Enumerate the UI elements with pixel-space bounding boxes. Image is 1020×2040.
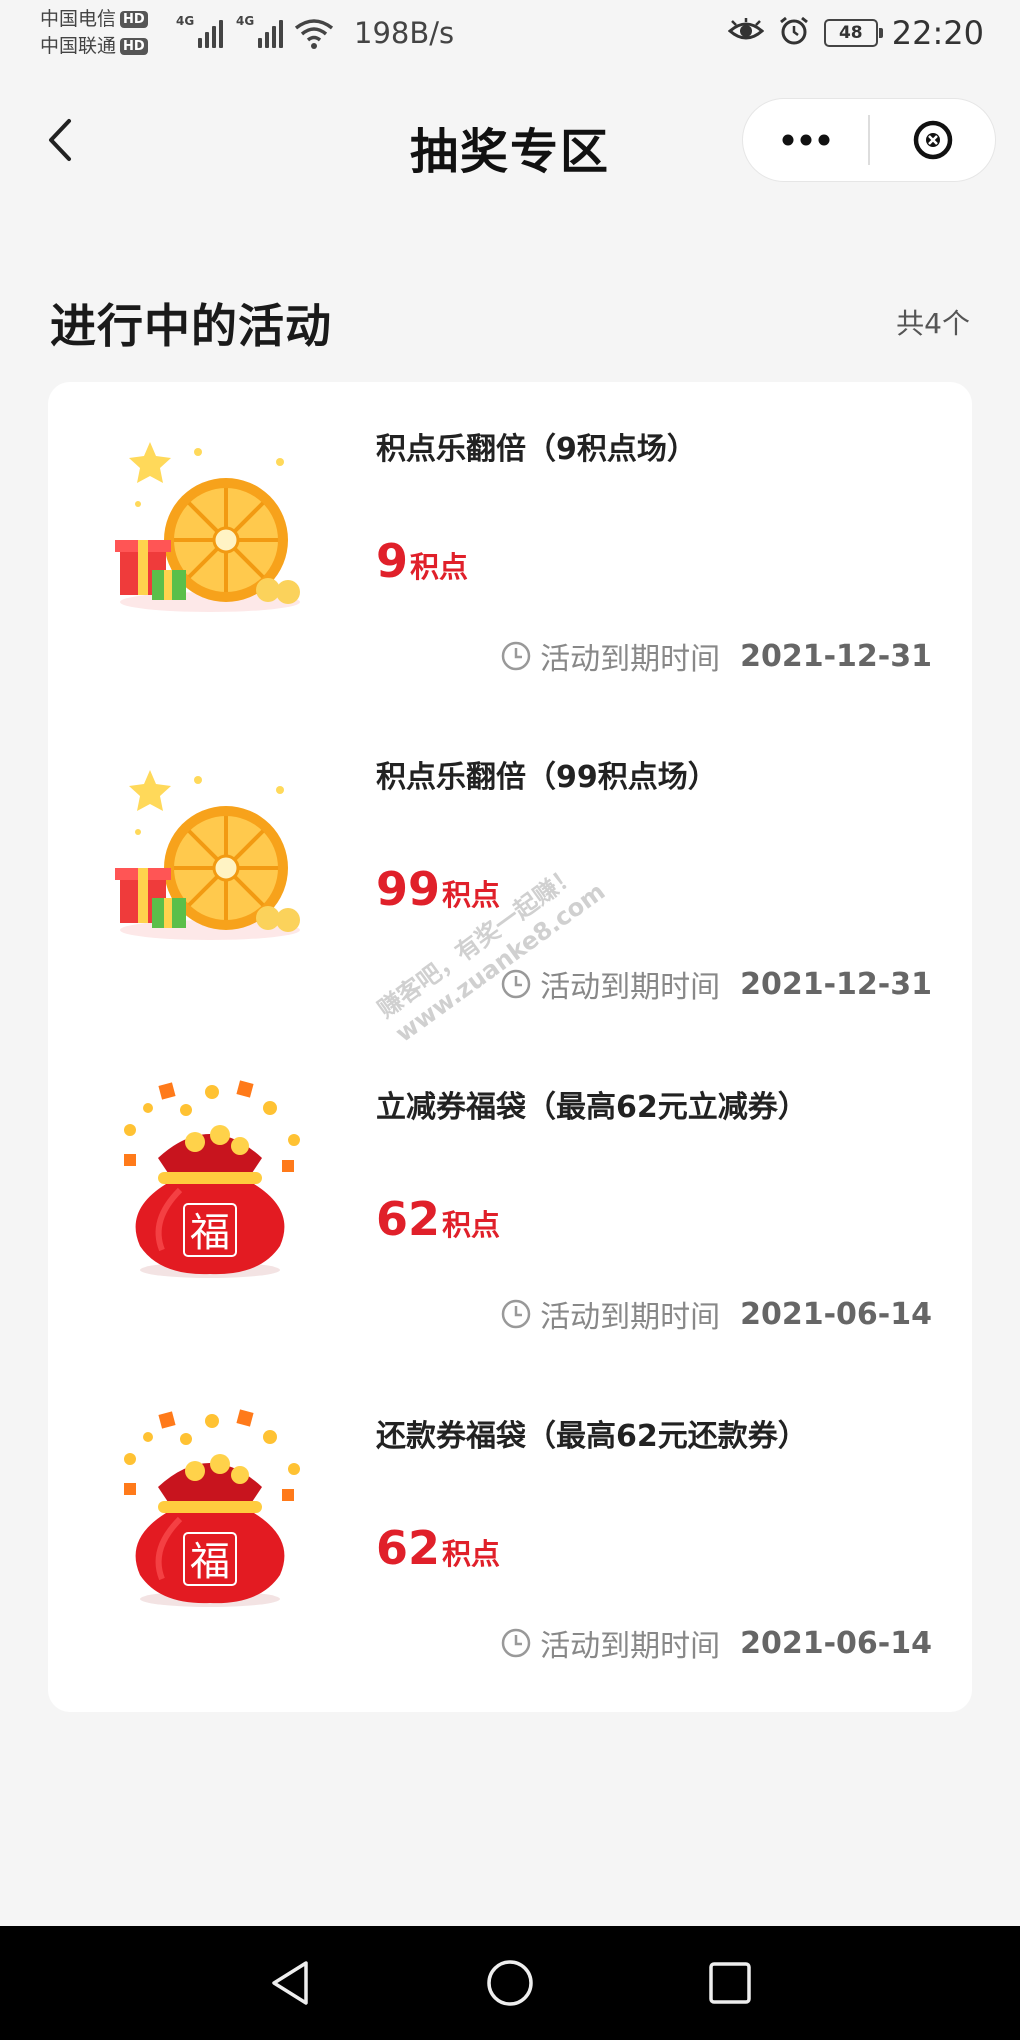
svg-text:福: 福	[190, 1210, 230, 1256]
expiry-info: 活动到期时间 2021-12-31	[500, 962, 932, 1006]
points-price: 9 积点	[376, 534, 469, 588]
clock-icon	[501, 641, 531, 671]
activity-name: 积点乐翻倍（99积点场）	[376, 760, 718, 795]
close-button[interactable]	[870, 99, 995, 181]
expiry-date: 2021-06-14	[740, 1296, 932, 1332]
clock-icon	[501, 1628, 531, 1658]
activity-item[interactable]: 积点乐翻倍（99积点场） 99 积点 活动到期时间 2021-12-31	[48, 710, 972, 1030]
expiry-info: 活动到期时间 2021-06-14	[500, 1292, 932, 1336]
carrier-info: 中国电信 HD 中国联通 HD	[40, 6, 148, 60]
nav-back-button[interactable]	[260, 1953, 320, 2013]
more-button[interactable]	[743, 99, 868, 181]
clock: 22:20	[891, 14, 984, 52]
hd-badge: HD	[120, 38, 148, 55]
clock-icon	[501, 1299, 531, 1329]
expiry-date: 2021-12-31	[740, 638, 932, 674]
expiry-label: 活动到期时间	[540, 642, 721, 677]
expiry-label: 活动到期时间	[540, 970, 721, 1005]
section-title: 进行中的活动	[50, 299, 332, 353]
expiry-date: 2021-12-31	[740, 966, 932, 1002]
carrier-1: 中国电信	[40, 8, 117, 30]
circle-home-icon	[487, 1960, 533, 2006]
battery-icon: 48	[823, 19, 883, 47]
status-bar: 中国电信 HD 中国联通 HD 4G 4G 198B/s 48 22:20	[0, 0, 1020, 70]
signal-icon: 4G	[236, 14, 284, 48]
points-price: 62 积点	[376, 1192, 501, 1246]
points-price: 62 积点	[376, 1521, 501, 1575]
net-speed: 198B/s	[354, 16, 455, 50]
lucky-bag-icon: 福	[100, 1080, 320, 1280]
activity-name: 立减券福袋（最高62元立减券）	[376, 1090, 808, 1125]
triangle-back-icon	[272, 1961, 308, 2005]
carrier-2: 中国联通	[40, 35, 117, 57]
alarm-icon	[778, 15, 810, 51]
square-recents-icon	[709, 1962, 751, 2004]
prize-wheel-icon	[100, 422, 320, 622]
wifi-icon	[294, 18, 334, 54]
activity-item[interactable]: 福 立减券福袋（最高62元立减券） 62 积点 活动到期时间 2021-06-14	[48, 1040, 972, 1360]
nav-home-button[interactable]	[480, 1953, 540, 2013]
nav-recents-button[interactable]	[700, 1953, 760, 2013]
more-dots-icon	[782, 134, 829, 146]
expiry-label: 活动到期时间	[540, 1629, 721, 1664]
prize-wheel-icon	[100, 750, 320, 950]
close-circle-icon	[913, 120, 952, 160]
points-price: 99 积点	[376, 862, 501, 916]
expiry-info: 活动到期时间 2021-12-31	[500, 634, 932, 678]
clock-icon	[501, 969, 531, 999]
hd-badge: HD	[120, 11, 148, 28]
expiry-label: 活动到期时间	[540, 1300, 721, 1335]
nav-bar: 抽奖专区	[0, 70, 1020, 210]
mini-program-capsule	[742, 98, 996, 182]
signal-icon: 4G	[176, 14, 224, 48]
activity-name: 还款券福袋（最高62元还款券）	[376, 1419, 808, 1454]
activity-item[interactable]: 福 还款券福袋（最高62元还款券） 62 积点 活动到期时间 2021-06-14	[48, 1369, 972, 1689]
activity-list-card: 积点乐翻倍（9积点场） 9 积点 活动到期时间 2021-12-31 积点乐翻倍…	[48, 382, 972, 1712]
lucky-bag-icon: 福	[100, 1409, 320, 1609]
activity-item[interactable]: 积点乐翻倍（9积点场） 9 积点 活动到期时间 2021-12-31	[48, 382, 972, 702]
activity-name: 积点乐翻倍（9积点场）	[376, 432, 697, 467]
expiry-date: 2021-06-14	[740, 1625, 932, 1661]
expiry-info: 活动到期时间 2021-06-14	[500, 1621, 932, 1665]
eye-icon	[727, 17, 765, 49]
system-nav-bar	[0, 1926, 1020, 2040]
svg-text:福: 福	[190, 1539, 230, 1585]
activity-count: 共4个	[896, 307, 970, 340]
